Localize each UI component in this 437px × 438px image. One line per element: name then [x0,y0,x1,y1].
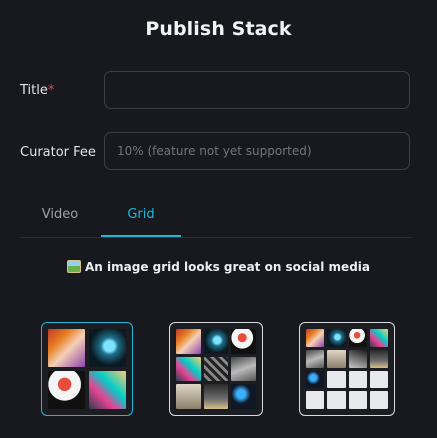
grid-thumbnail [203,356,229,382]
grid-thumbnail [89,371,126,409]
required-mark: * [47,83,55,98]
grid-thumbnail [348,329,367,347]
grid-thumbnail [231,356,256,382]
title-input[interactable] [104,71,410,109]
empty-grid-slot [327,370,346,389]
grid-preview-4x4 [306,329,388,409]
grid-thumbnail [369,349,388,368]
grid-thumbnail [231,384,256,409]
grid-option-3x3[interactable] [169,322,263,416]
grid-thumbnail [203,384,229,409]
grid-thumbnail [306,370,325,389]
title-label: Title* [20,83,54,98]
tab-bar: Video Grid [20,196,412,238]
grid-thumbnail [48,329,85,367]
empty-grid-slot [369,370,388,389]
empty-grid-slot [369,391,388,409]
tab-grid[interactable]: Grid [101,196,181,237]
curator-fee-label: Curator Fee [20,145,96,160]
grid-thumbnail [48,371,85,409]
grid-option-2x2[interactable] [41,322,133,416]
empty-grid-slot [306,391,325,409]
grid-thumbnail [203,329,229,354]
title-label-text: Title [20,83,48,98]
grid-thumbnail [231,329,256,354]
dialog-title: Publish Stack [145,18,292,40]
grid-thumbnail [306,329,325,347]
empty-grid-slot [327,391,346,409]
grid-hint-text: An image grid looks great on social medi… [85,260,370,274]
framed-picture-icon [67,260,81,273]
grid-preview-3x3 [176,329,256,409]
tab-video[interactable]: Video [20,196,100,237]
grid-preview-2x2 [48,329,126,409]
grid-thumbnail [327,349,346,368]
grid-hint: An image grid looks great on social medi… [0,260,437,274]
grid-thumbnail [89,329,126,367]
grid-thumbnail [348,349,367,368]
curator-fee-input[interactable] [104,132,410,170]
empty-grid-slot [348,370,367,389]
grid-thumbnail [306,349,325,368]
grid-option-4x4[interactable] [299,322,395,416]
grid-thumbnail [327,329,346,347]
grid-thumbnail [369,329,388,347]
grid-thumbnail [176,384,201,409]
grid-thumbnail [176,356,201,382]
empty-grid-slot [348,391,367,409]
grid-thumbnail [176,329,201,354]
